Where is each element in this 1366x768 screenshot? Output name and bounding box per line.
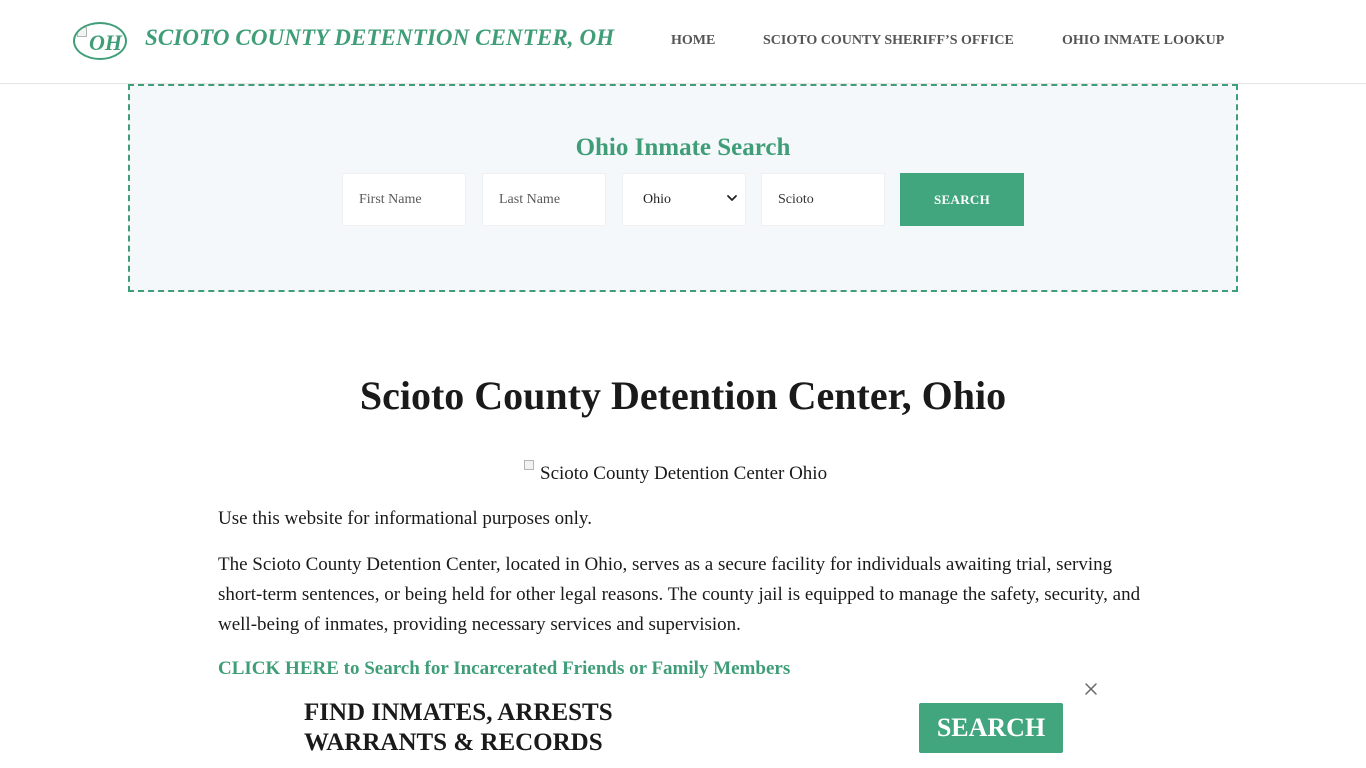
state-select[interactable]: Ohio: [622, 173, 746, 226]
county-input[interactable]: [761, 173, 885, 226]
broken-image-icon: [77, 27, 87, 37]
ad-headline: FIND INMATES, ARRESTS WARRANTS & RECORDS: [304, 698, 613, 758]
search-panel-title: Ohio Inmate Search: [575, 134, 791, 161]
chevron-down-icon: [727, 195, 737, 201]
ad-search-button[interactable]: SEARCH: [919, 703, 1063, 753]
page-title: Scioto County Detention Center, Ohio: [359, 373, 1007, 418]
inmate-search-panel: Ohio Inmate Search Ohio SEARCH: [128, 84, 1238, 292]
image-alt-text: Scioto County Detention Center Ohio: [540, 463, 828, 484]
state-select-value: Ohio: [643, 192, 671, 207]
nav-home[interactable]: HOME: [671, 33, 715, 49]
ad-headline-line-1: FIND INMATES, ARRESTS: [304, 699, 613, 726]
description-paragraph: The Scioto County Detention Center, loca…: [218, 554, 1141, 635]
disclaimer-paragraph: Use this website for informational purpo…: [218, 508, 592, 529]
nav-ohio-inmate-lookup[interactable]: OHIO INMATE LOOKUP: [1062, 33, 1224, 49]
broken-image-icon: [524, 460, 534, 470]
close-icon[interactable]: [1083, 681, 1099, 697]
site-title[interactable]: SCIOTO COUNTY DETENTION CENTER, OH: [145, 25, 614, 51]
detention-center-image: Scioto County Detention Center Ohio: [524, 460, 827, 488]
site-logo[interactable]: OH: [73, 22, 127, 60]
logo-text: OH: [89, 30, 122, 55]
search-button[interactable]: SEARCH: [900, 173, 1024, 226]
site-header: OH SCIOTO COUNTY DETENTION CENTER, OH HO…: [0, 0, 1366, 84]
first-name-input[interactable]: [342, 173, 466, 226]
search-incarcerated-link[interactable]: CLICK HERE to Search for Incarcerated Fr…: [218, 658, 790, 680]
ad-banner: FIND INMATES, ARRESTS WARRANTS & RECORDS…: [0, 678, 1366, 768]
nav-sheriffs-office[interactable]: SCIOTO COUNTY SHERIFF’S OFFICE: [763, 33, 1014, 49]
last-name-input[interactable]: [482, 173, 606, 226]
ad-headline-line-2: WARRANTS & RECORDS: [304, 729, 603, 756]
